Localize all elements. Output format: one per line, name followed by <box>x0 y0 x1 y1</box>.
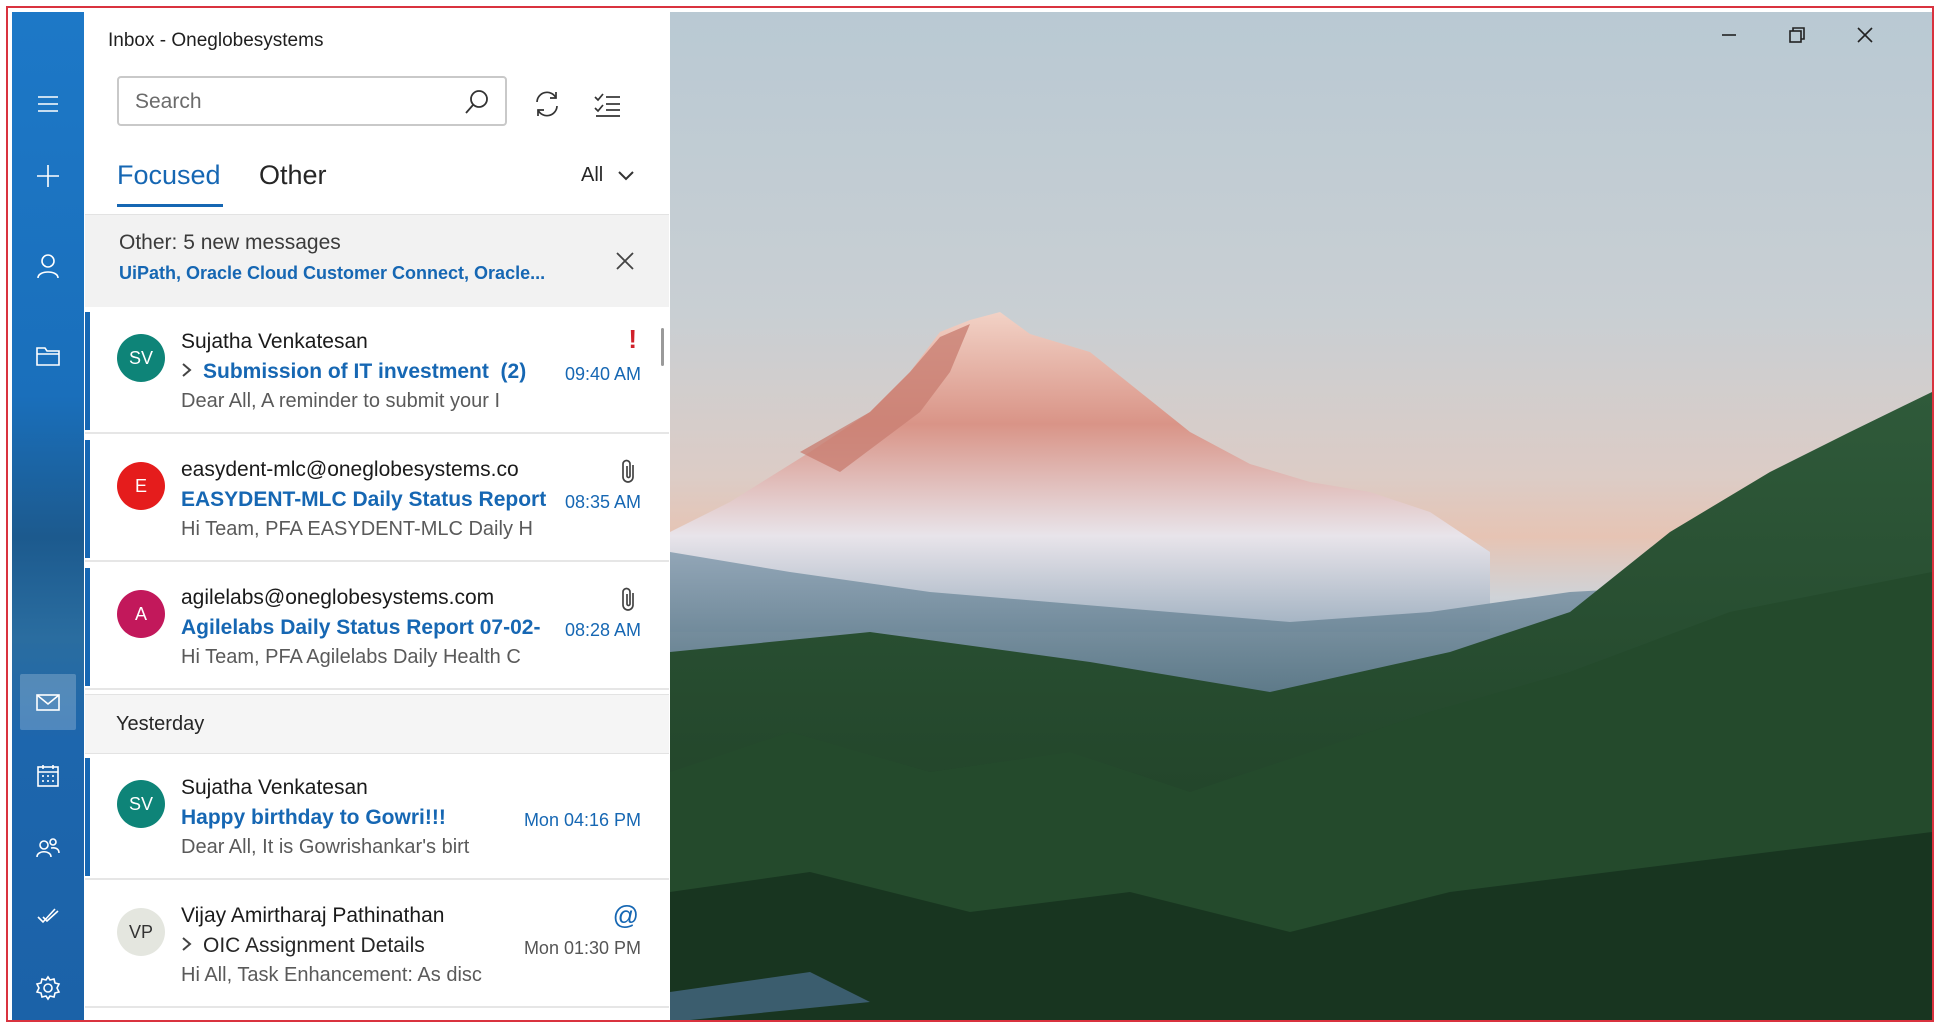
message-time: Mon 01:30 PM <box>515 938 641 959</box>
close-icon <box>1857 27 1873 43</box>
chevron-right-icon <box>182 937 192 951</box>
message-subject-row: Submission of IT investment (2) <box>181 360 526 384</box>
date-group-label: Yesterday <box>116 713 205 735</box>
message-preview: Dear All, It is Gowrishankar's birt <box>181 836 470 858</box>
message-time: 08:35 AM <box>556 492 641 513</box>
restore-button[interactable] <box>1788 26 1844 62</box>
search-box[interactable] <box>117 76 507 126</box>
other-banner-title: Other: 5 new messages <box>119 231 341 254</box>
message-sender: agilelabs@oneglobesystems.com <box>181 586 495 609</box>
sync-button[interactable] <box>525 82 569 126</box>
message-sender: Vijay Amirtharaj Pathinathan <box>181 904 445 927</box>
other-inbox-banner[interactable]: Other: 5 new messages UiPath, Oracle Clo… <box>85 214 669 307</box>
thread-count: (2) <box>500 360 527 383</box>
nav-rail <box>12 12 84 1020</box>
menu-button[interactable] <box>12 76 84 132</box>
scrollbar-thumb[interactable] <box>661 328 664 366</box>
settings-button[interactable] <box>12 960 84 1016</box>
checklist-icon <box>594 93 620 117</box>
high-importance-icon: ! <box>628 324 637 354</box>
message-subject: Agilelabs Daily Status Report 07-02- <box>181 616 541 639</box>
tab-other[interactable]: Other <box>259 160 327 191</box>
message-preview: Hi Team, PFA Agilelabs Daily Health C <box>181 646 521 668</box>
message-sender: Sujatha Venkatesan <box>181 776 368 799</box>
message-preview: Hi Team, PFA EASYDENT-MLC Daily H <box>181 518 533 540</box>
mention-icon: @ <box>612 900 639 930</box>
other-banner-senders: UiPath, Oracle Cloud Customer Connect, O… <box>119 263 546 283</box>
message-time: 09:40 AM <box>556 364 641 385</box>
settings-icon <box>35 975 61 1001</box>
folders-button[interactable] <box>12 328 84 384</box>
mountain-landscape-image <box>670 312 1932 1020</box>
search-button[interactable] <box>463 88 491 121</box>
message-item[interactable]: A agilelabs@oneglobesystems.com Agilelab… <box>85 564 669 690</box>
message-time: 08:28 AM <box>556 620 641 641</box>
todo-icon <box>37 908 59 924</box>
filter-dropdown[interactable]: All <box>581 164 635 187</box>
select-mode-button[interactable] <box>585 82 629 126</box>
compose-icon <box>37 165 59 187</box>
close-window-button[interactable] <box>1856 26 1912 62</box>
thread-expand-button[interactable] <box>181 934 195 958</box>
message-item[interactable]: E easydent-mlc@oneglobesystems.co EASYDE… <box>85 436 669 562</box>
message-item[interactable]: SV Sujatha Venkatesan Submission of IT i… <box>85 308 669 434</box>
mail-list-pane: Inbox - Oneglobesystems Focused Other Al… <box>85 12 669 1020</box>
chevron-right-icon <box>182 363 192 377</box>
calendar-icon <box>37 765 59 787</box>
sync-icon <box>536 91 558 117</box>
people-icon <box>36 838 60 858</box>
avatar: SV <box>117 334 165 382</box>
attachment-icon <box>619 458 639 489</box>
thread-expand-button[interactable] <box>181 360 195 384</box>
account-icon <box>37 254 59 279</box>
todo-button[interactable] <box>12 888 84 944</box>
minimize-button[interactable] <box>1720 26 1776 62</box>
date-group-header: Yesterday <box>85 694 669 754</box>
dismiss-banner-button[interactable] <box>613 249 637 278</box>
avatar: SV <box>117 780 165 828</box>
attachment-icon <box>619 586 639 617</box>
restore-icon <box>1789 27 1805 43</box>
folder-icon <box>36 347 60 366</box>
tab-focused[interactable]: Focused <box>117 160 221 191</box>
message-sender: Sujatha Venkatesan <box>181 330 368 353</box>
window-title: Inbox - Oneglobesystems <box>108 30 324 51</box>
minimize-icon <box>1722 34 1736 36</box>
filter-label: All <box>581 164 604 186</box>
message-subject: Submission of IT investment <box>203 360 489 383</box>
message-time: Mon 04:16 PM <box>515 810 641 831</box>
reading-pane-background <box>670 12 1932 1020</box>
mail-window: Inbox - Oneglobesystems Focused Other Al… <box>6 6 1934 1022</box>
mail-icon <box>36 694 60 711</box>
search-input[interactable] <box>133 86 457 118</box>
message-sender: easydent-mlc@oneglobesystems.co <box>181 458 519 481</box>
message-subject: Happy birthday to Gowri!!! <box>181 806 446 829</box>
search-icon <box>465 90 488 114</box>
people-button[interactable] <box>12 820 84 876</box>
message-item[interactable]: SV Sujatha Venkatesan Happy birthday to … <box>85 754 669 880</box>
new-mail-button[interactable] <box>12 148 84 204</box>
message-item[interactable]: VP Vijay Amirtharaj Pathinathan OIC Assi… <box>85 882 669 1008</box>
menu-icon <box>38 96 58 112</box>
message-subject: EASYDENT-MLC Daily Status Report <box>181 488 547 511</box>
message-subject-row: OIC Assignment Details <box>181 934 425 958</box>
message-preview: Dear All, A reminder to submit your I <box>181 390 501 412</box>
avatar: E <box>117 462 165 510</box>
chevron-down-icon <box>618 170 634 180</box>
mail-button[interactable] <box>20 674 76 730</box>
close-icon <box>616 252 634 270</box>
calendar-button[interactable] <box>12 748 84 804</box>
avatar: VP <box>117 908 165 956</box>
accounts-button[interactable] <box>12 238 84 294</box>
message-preview: Hi All, Task Enhancement: As disc <box>181 964 482 986</box>
tab-focused-underline <box>117 204 223 207</box>
avatar: A <box>117 590 165 638</box>
message-subject: OIC Assignment Details <box>203 934 425 957</box>
